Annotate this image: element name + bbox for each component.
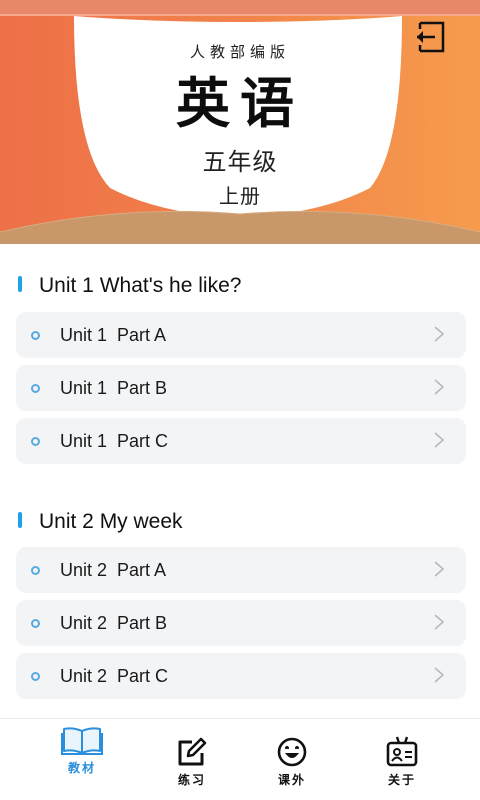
- unit-marker: [18, 512, 22, 528]
- lesson-row[interactable]: Unit 1 Part C: [16, 418, 466, 464]
- unit-title: Unit 1 What's he like?: [39, 274, 242, 297]
- lesson-row[interactable]: Unit 2 Part A: [16, 547, 466, 593]
- edit-icon: [178, 737, 207, 766]
- nav-label: 练习: [177, 773, 206, 787]
- nav-tab-extracurricular[interactable]: 课外: [237, 719, 347, 800]
- chevron-right-icon: [434, 614, 445, 630]
- lesson-row[interactable]: Unit 1 Part A: [16, 312, 466, 358]
- unit-list: Unit 1 What's he like? Unit 1 Part A Uni…: [0, 244, 480, 718]
- unit-title: Unit 2 My week: [39, 510, 183, 533]
- bullet-icon: [31, 566, 40, 575]
- open-book-icon: [61, 727, 103, 755]
- lesson-label: Unit 1 Part B: [60, 378, 168, 398]
- chevron-right-icon: [434, 379, 445, 395]
- grade-label: 五年级: [202, 148, 278, 176]
- lesson-label: Unit 2 Part C: [60, 666, 169, 686]
- lesson-row[interactable]: Unit 2 Part C: [16, 653, 466, 699]
- lesson-label: Unit 2 Part B: [60, 613, 168, 633]
- bottom-nav: 教材 练习 课外 关于: [0, 718, 480, 800]
- bullet-icon: [31, 437, 40, 446]
- nav-tab-about[interactable]: 关于: [347, 719, 457, 800]
- bullet-icon: [31, 619, 40, 628]
- nav-tab-practice[interactable]: 练习: [137, 719, 247, 800]
- lesson-label: Unit 1 Part C: [60, 431, 169, 451]
- publisher-label: 人教部编版: [189, 43, 290, 61]
- bullet-icon: [31, 384, 40, 393]
- chevron-right-icon: [434, 667, 445, 683]
- id-badge-icon: [386, 736, 418, 767]
- nav-label: 教材: [67, 761, 96, 775]
- bullet-icon: [31, 331, 40, 340]
- exit-icon: [417, 21, 445, 53]
- book-cover-header: 人教部编版 英语 五年级 上册: [0, 0, 480, 244]
- lesson-label: Unit 2 Part A: [60, 560, 167, 580]
- app-screen: 人教部编版 英语 五年级 上册 Unit 1 What's he like? U…: [0, 0, 480, 800]
- smiley-icon: [277, 737, 307, 767]
- unit-header: Unit 1 What's he like?: [0, 270, 480, 302]
- nav-tab-textbook[interactable]: 教材: [27, 719, 137, 800]
- unit-header: Unit 2 My week: [0, 506, 480, 538]
- bullet-icon: [31, 672, 40, 681]
- exit-button[interactable]: [414, 20, 446, 54]
- subject-title: 英语: [176, 71, 304, 135]
- nav-label: 课外: [277, 773, 306, 787]
- chevron-right-icon: [434, 432, 445, 448]
- lesson-label: Unit 1 Part A: [60, 325, 167, 345]
- unit-marker: [18, 276, 22, 292]
- lesson-row[interactable]: Unit 1 Part B: [16, 365, 466, 411]
- chevron-right-icon: [434, 326, 445, 342]
- chevron-right-icon: [434, 561, 445, 577]
- nav-label: 关于: [387, 773, 416, 787]
- volume-label: 上册: [219, 184, 261, 208]
- lesson-row[interactable]: Unit 2 Part B: [16, 600, 466, 646]
